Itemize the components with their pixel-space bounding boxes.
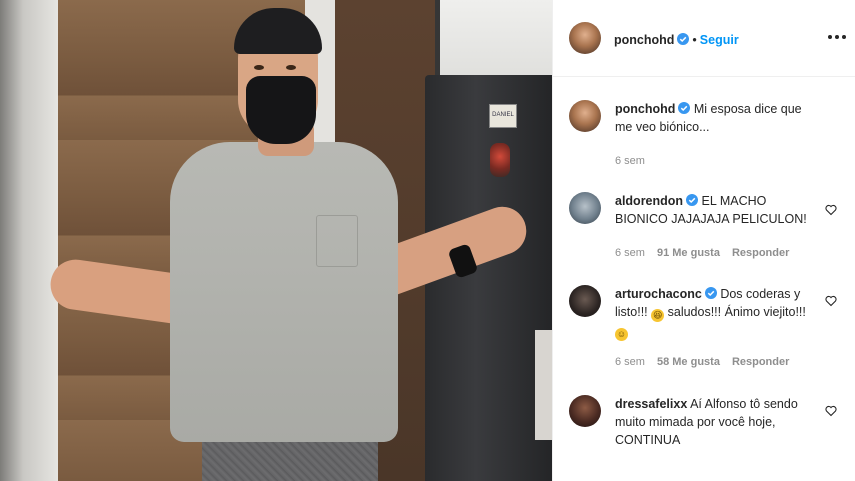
comment-username[interactable]: dressafelixx: [615, 397, 687, 411]
author-username[interactable]: ponchohd: [614, 33, 674, 47]
comment-body: dressafelixx Aí Alfonso tô sendo muito m…: [615, 395, 815, 449]
heart-icon[interactable]: [825, 295, 837, 307]
post-side-panel: ponchohd • Seguir ponchohd Mi esposa dice …: [552, 0, 855, 481]
verified-badge-icon: [704, 287, 717, 299]
heart-icon[interactable]: [825, 204, 837, 216]
post-header: ponchohd • Seguir: [553, 0, 855, 77]
reply-button[interactable]: Responder: [732, 356, 789, 368]
post-photo[interactable]: DANIEL: [0, 0, 552, 481]
avatar[interactable]: [569, 22, 601, 54]
reply-button[interactable]: Responder: [732, 247, 789, 259]
header-user-line: ponchohd • Seguir: [614, 31, 739, 49]
caption-body: ponchohd Mi esposa dice que me veo bióni…: [615, 100, 815, 136]
photo-shirt: [170, 142, 398, 442]
avatar[interactable]: [569, 192, 601, 224]
heart-icon[interactable]: [825, 405, 837, 417]
smiling-face-icon: ☺: [615, 328, 628, 341]
photo-eye-left: [254, 65, 264, 70]
photo-cap: [234, 8, 322, 54]
verified-badge-icon: [686, 194, 699, 206]
photo-person: [20, 0, 540, 481]
more-options-icon[interactable]: [826, 30, 848, 44]
comment-body: aldorendon EL MACHO BIONICO JAJAJAJA PEL…: [615, 192, 815, 228]
comment-time[interactable]: 6 sem: [615, 356, 645, 368]
verified-badge-icon: [678, 102, 691, 114]
caption-time[interactable]: 6 sem: [615, 155, 645, 167]
comment-username[interactable]: arturochaconc: [615, 287, 702, 301]
photo-pocket: [316, 215, 358, 267]
follow-button[interactable]: Seguir: [700, 33, 739, 47]
comment-meta: 6 sem 58 Me gusta Responder: [615, 356, 801, 368]
avatar[interactable]: [569, 285, 601, 317]
photo-eye-right: [286, 65, 296, 70]
comment-body: arturochaconc Dos coderas y listo!!! 😆 s…: [615, 285, 815, 341]
comment-likes[interactable]: 58 Me gusta: [657, 356, 720, 368]
caption-meta: 6 sem: [615, 155, 657, 167]
laughing-face-icon: 😆: [651, 309, 665, 322]
caption-username[interactable]: ponchohd: [615, 102, 675, 116]
comment-meta: 6 sem 91 Me gusta Responder: [615, 247, 801, 259]
comment-time[interactable]: 6 sem: [615, 247, 645, 259]
verified-badge-icon: [677, 33, 690, 45]
header-separator: •: [692, 33, 697, 47]
avatar[interactable]: [569, 100, 601, 132]
comment-text: saludos!!! Ánimo viejito!!!: [667, 305, 806, 319]
avatar[interactable]: [569, 395, 601, 427]
photo-face-mask: [246, 76, 316, 144]
comment-username[interactable]: aldorendon: [615, 194, 683, 208]
comment-likes[interactable]: 91 Me gusta: [657, 247, 720, 259]
